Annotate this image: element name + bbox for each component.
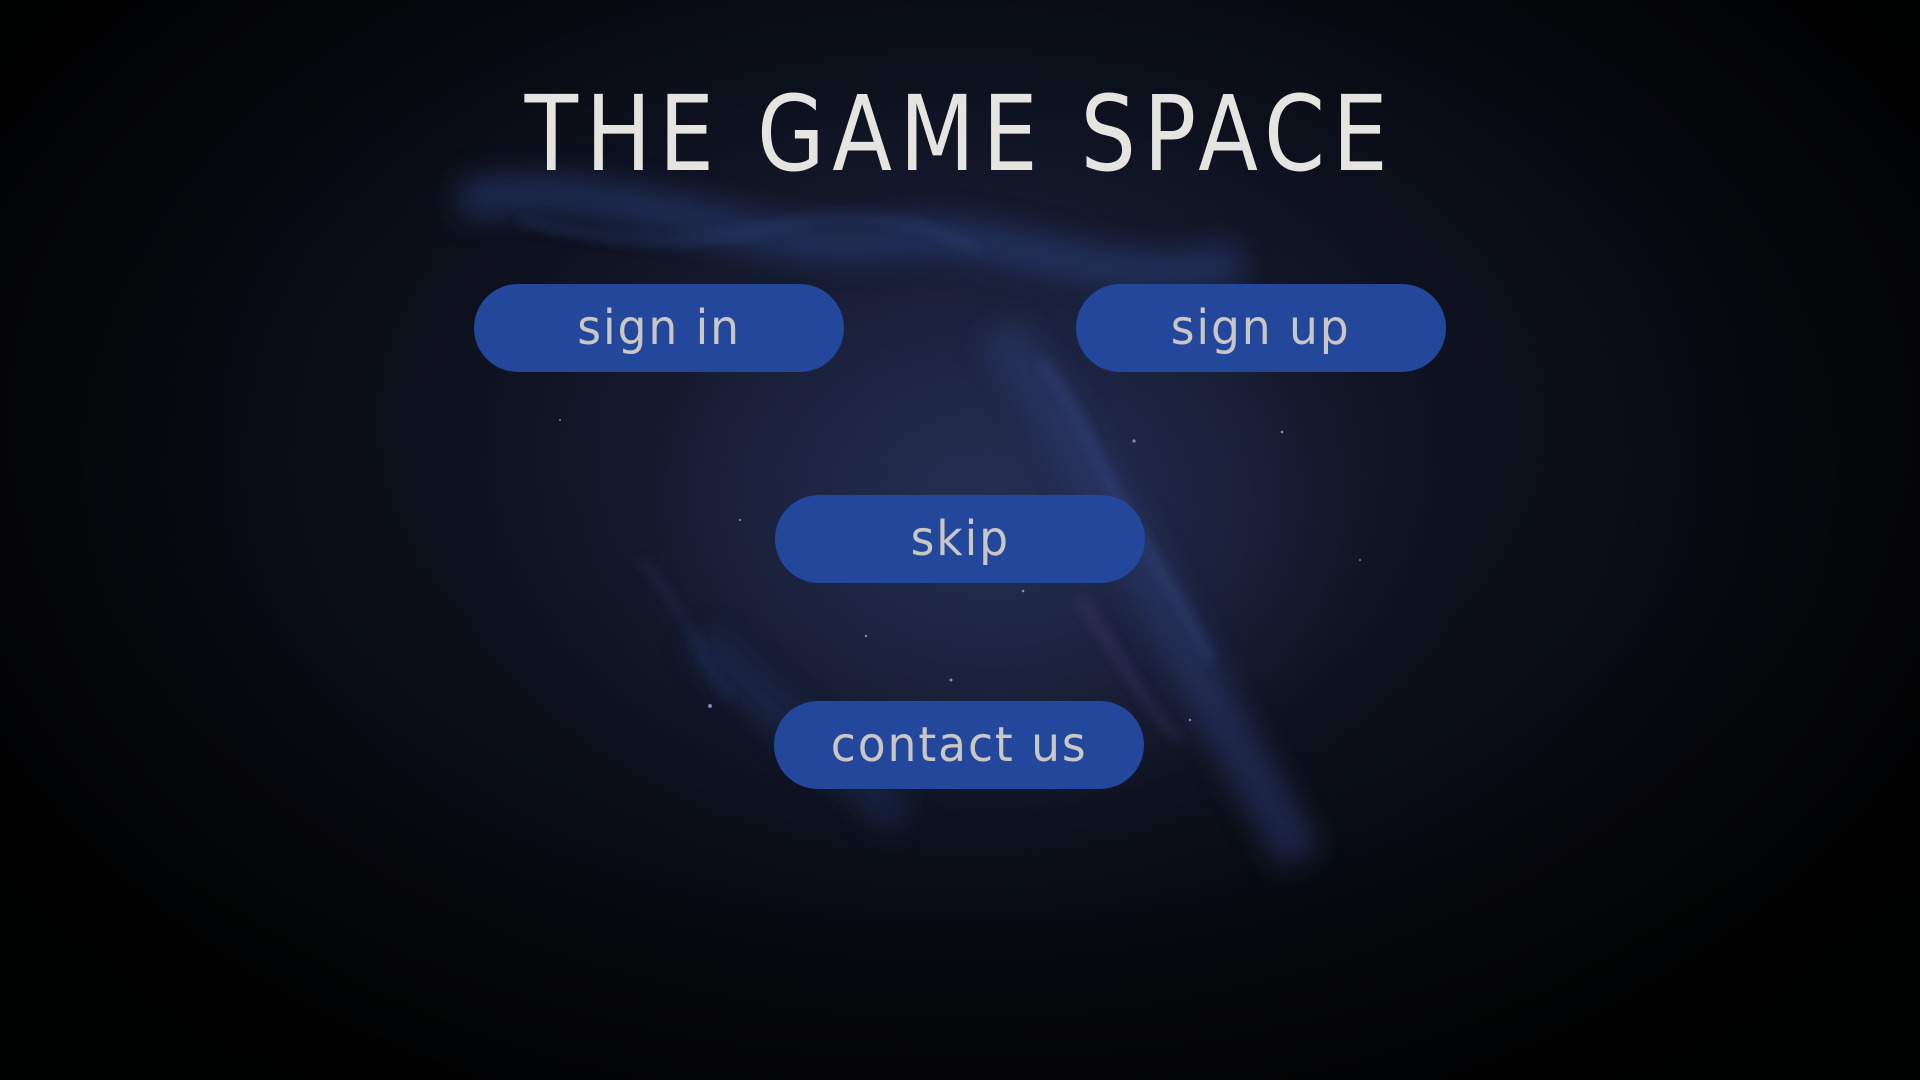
sign-in-button[interactable]: sign in <box>474 284 844 372</box>
sign-up-button[interactable]: sign up <box>1076 284 1446 372</box>
skip-button[interactable]: skip <box>775 495 1145 583</box>
contact-us-label: contact us <box>830 717 1088 773</box>
skip-label: skip <box>910 511 1010 567</box>
sign-up-label: sign up <box>1171 300 1351 356</box>
contact-us-button[interactable]: contact us <box>774 701 1144 789</box>
page-title: THE GAME SPACE <box>524 73 1396 195</box>
sign-in-label: sign in <box>577 300 741 356</box>
